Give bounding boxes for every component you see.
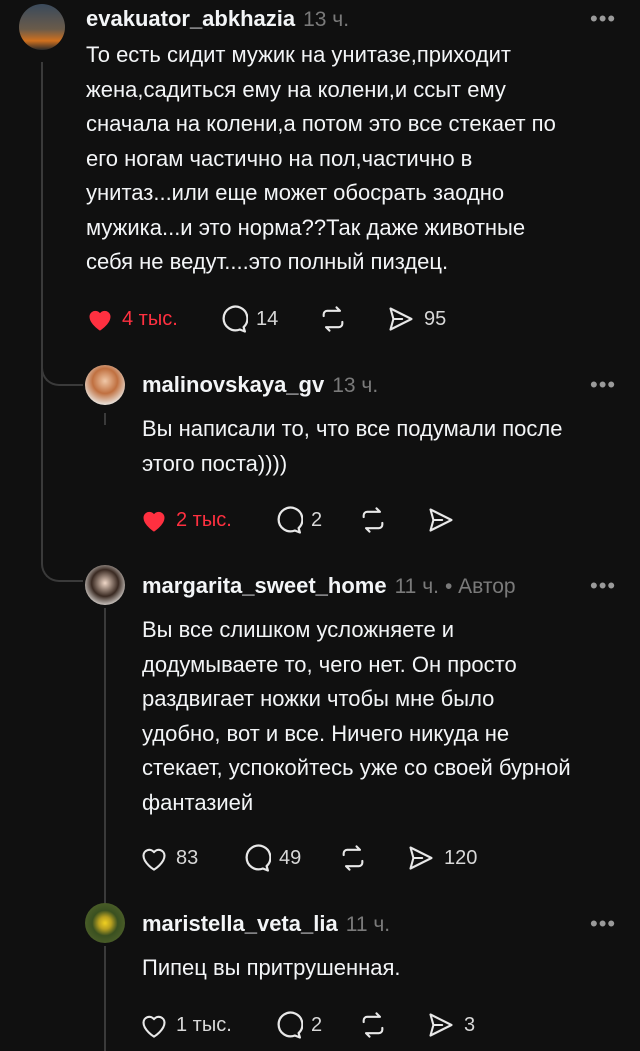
thread-line-reply-1 <box>104 413 106 425</box>
repost-icon <box>342 845 364 871</box>
username[interactable]: margarita_sweet_home 11 ч. • Автор <box>142 573 516 599</box>
comment-icon <box>222 305 248 333</box>
avatar[interactable] <box>85 903 125 943</box>
action-bar: 4 тыс. 14 95 <box>86 302 586 336</box>
repost-icon <box>362 507 384 533</box>
author-badge: • Автор <box>444 575 516 598</box>
like-count: 1 тыс. <box>176 1013 232 1036</box>
comment-text: Пипец вы притрушенная. <box>142 955 401 980</box>
thread-line-reply-3 <box>104 608 106 908</box>
timestamp: 13 ч. <box>303 8 350 31</box>
more-icon[interactable]: ••• <box>590 573 616 599</box>
comment-icon <box>277 506 303 534</box>
action-bar: 1 тыс. 2 3 <box>140 1008 600 1042</box>
comment-text: То есть сидит мужик на унитазе,приходит … <box>86 42 556 274</box>
share-button[interactable]: 95 <box>386 302 446 336</box>
repost-button[interactable] <box>358 1008 388 1042</box>
thread-curve-1 <box>41 362 83 386</box>
reply-button[interactable]: 49 <box>241 841 301 875</box>
reply-count: 2 <box>311 508 323 531</box>
repost-button[interactable] <box>338 841 368 875</box>
repost-button[interactable] <box>358 503 388 537</box>
more-icon[interactable]: ••• <box>590 372 616 398</box>
action-bar: 2 тыс. 2 <box>140 503 600 537</box>
share-icon <box>409 846 433 870</box>
thread-curve-2 <box>41 558 83 582</box>
more-icon[interactable]: ••• <box>590 911 616 937</box>
reply-button[interactable]: 14 <box>218 302 278 336</box>
reply-count: 2 <box>311 1013 323 1036</box>
comment-text: Вы написали то, что все подумали после э… <box>142 416 563 476</box>
avatar[interactable] <box>85 365 125 405</box>
like-count: 4 тыс. <box>122 307 178 330</box>
share-icon <box>429 1013 453 1037</box>
timestamp: 13 ч. <box>332 374 379 397</box>
comment-text: Вы все слишком усложняете и додумываете … <box>142 617 571 815</box>
share-button[interactable]: 120 <box>406 841 477 875</box>
repost-icon <box>362 1012 384 1038</box>
share-icon <box>429 508 453 532</box>
username[interactable]: evakuator_abkhazia 13 ч. <box>86 6 349 32</box>
username[interactable]: malinovskaya_gv 13 ч. <box>142 372 378 398</box>
repost-button[interactable] <box>318 302 348 336</box>
avatar[interactable] <box>19 4 65 50</box>
like-button[interactable]: 1 тыс. <box>140 1008 232 1042</box>
heart-icon <box>89 310 111 331</box>
more-icon[interactable]: ••• <box>590 6 616 32</box>
thread-line-main <box>41 62 43 562</box>
heart-icon <box>142 1015 166 1038</box>
like-button[interactable]: 83 <box>140 841 198 875</box>
repost-icon <box>322 306 344 332</box>
like-button[interactable]: 4 тыс. <box>86 302 178 336</box>
reply-count: 14 <box>256 307 279 330</box>
timestamp: 11 ч. <box>394 575 439 598</box>
reply-count: 49 <box>279 846 302 869</box>
thread-line-reply-4 <box>104 946 106 1051</box>
like-button[interactable]: 2 тыс. <box>140 503 232 537</box>
share-count: 95 <box>424 307 447 330</box>
comment-icon <box>277 1011 303 1039</box>
like-count: 83 <box>176 846 199 869</box>
share-count: 120 <box>444 846 478 869</box>
reply-button[interactable]: 2 <box>273 503 322 537</box>
like-count: 2 тыс. <box>176 508 232 531</box>
avatar[interactable] <box>85 565 125 605</box>
heart-icon <box>143 511 165 532</box>
username[interactable]: maristella_veta_lia 11 ч. <box>142 911 390 937</box>
comment-icon <box>245 844 271 872</box>
heart-icon <box>142 848 166 871</box>
share-button[interactable]: 3 <box>426 1008 475 1042</box>
share-icon <box>389 307 413 331</box>
timestamp: 11 ч. <box>345 913 391 936</box>
share-button[interactable] <box>426 503 456 537</box>
share-count: 3 <box>464 1013 476 1036</box>
action-bar: 83 49 120 <box>140 841 600 875</box>
reply-button[interactable]: 2 <box>273 1008 322 1042</box>
